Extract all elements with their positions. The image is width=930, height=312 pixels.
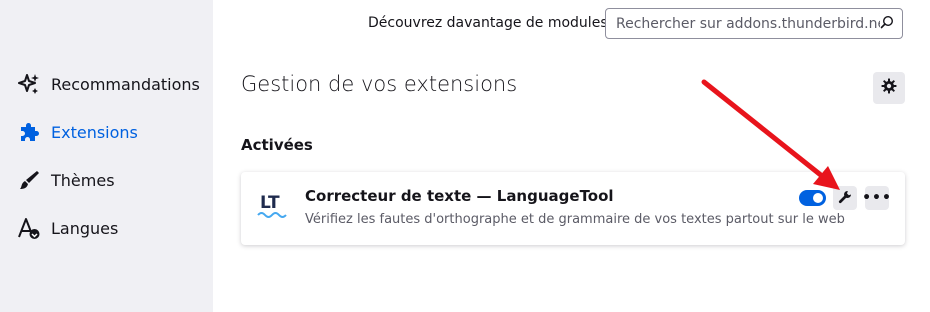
brush-icon [17, 168, 41, 192]
page-title: Gestion de vos extensions [241, 72, 518, 96]
addon-more-options-button[interactable]: ••• [862, 186, 892, 210]
gear-icon [881, 78, 897, 98]
addon-enable-toggle[interactable] [799, 190, 826, 206]
sidebar: Recommandations Extensions Thèmes Langue… [0, 0, 213, 312]
toggle-knob [813, 193, 823, 203]
sidebar-item-label: Thèmes [51, 170, 115, 190]
sidebar-item-languages[interactable]: Langues [17, 213, 118, 243]
tools-button[interactable] [873, 72, 905, 104]
sidebar-item-label: Recommandations [51, 74, 200, 94]
search-icon [880, 14, 894, 33]
sidebar-item-label: Langues [51, 218, 119, 238]
addon-preferences-button[interactable] [833, 186, 857, 210]
svg-text:LT: LT [260, 193, 280, 213]
addon-description: Vérifiez les fautes d'orthographe et de … [305, 212, 845, 227]
sparkles-icon [17, 72, 41, 96]
language-icon [17, 216, 41, 240]
sidebar-item-themes[interactable]: Thèmes [17, 165, 115, 195]
search-label: Découvrez davantage de modules [368, 15, 608, 31]
section-title-enabled: Activées [241, 136, 313, 154]
puzzle-icon [17, 120, 41, 144]
addons-search[interactable] [605, 8, 903, 39]
addon-card[interactable]: LT Correcteur de texte — LanguageTool Vé… [241, 172, 905, 245]
search-input[interactable] [616, 15, 880, 32]
sidebar-item-label: Extensions [51, 122, 138, 142]
wrench-icon [838, 189, 852, 208]
addon-name[interactable]: Correcteur de texte — LanguageTool [305, 187, 614, 205]
sidebar-item-extensions[interactable]: Extensions [17, 117, 138, 147]
sidebar-item-recommendations[interactable]: Recommandations [17, 69, 200, 99]
more-icon: ••• [862, 190, 892, 206]
languagetool-logo: LT [257, 190, 291, 220]
